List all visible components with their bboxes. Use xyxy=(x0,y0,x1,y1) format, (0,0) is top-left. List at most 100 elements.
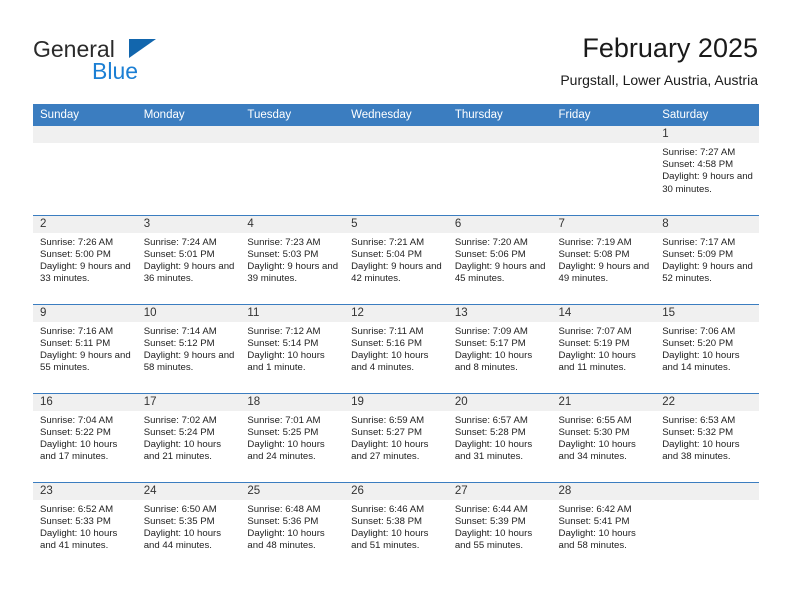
sunrise-text: Sunrise: 7:19 AM xyxy=(558,236,632,248)
daylight-text: Daylight: 10 hours and 31 minutes. xyxy=(454,438,533,463)
sunset-text: Sunset: 5:12 PM xyxy=(143,337,215,349)
calendar-day-cell[interactable]: 18 Sunrise: 7:01 AM Sunset: 5:25 PM Dayligh… xyxy=(240,392,345,482)
day-details: Sunrise: 7:07 AM Sunset: 5:19 PM Daylight:… xyxy=(552,322,656,375)
day-number: 27 xyxy=(447,482,552,500)
weekday-header-wednesday: Wednesday xyxy=(344,104,448,126)
day-number: 26 xyxy=(344,482,448,500)
sunrise-text: Sunrise: 7:02 AM xyxy=(143,414,217,426)
logo-triangle-icon xyxy=(129,39,156,58)
calendar-day-cell[interactable]: 14 Sunrise: 7:07 AM Sunset: 5:19 PM Dayligh… xyxy=(551,303,656,393)
sunrise-text: Sunrise: 6:44 AM xyxy=(454,503,528,515)
daylight-text: Daylight: 9 hours and 52 minutes. xyxy=(662,260,753,285)
sunrise-text: Sunrise: 6:50 AM xyxy=(143,503,217,515)
calendar-day-cell[interactable]: 6 Sunrise: 7:20 AM Sunset: 5:06 PM Daylight… xyxy=(447,214,552,304)
title-block: February 2025 Purgstall, Lower Austria, … xyxy=(560,32,758,90)
day-number xyxy=(136,126,241,143)
calendar-day-cell[interactable]: 7 Sunrise: 7:19 AM Sunset: 5:08 PM Daylight… xyxy=(551,214,656,304)
day-details: Sunrise: 6:52 AM Sunset: 5:33 PM Daylight:… xyxy=(33,500,137,553)
day-number: 25 xyxy=(240,482,345,500)
day-number: 3 xyxy=(136,215,241,233)
calendar-week-row: 23 Sunrise: 6:52 AM Sunset: 5:33 PM Dayligh… xyxy=(33,481,759,571)
calendar-day-cell[interactable]: 9 Sunrise: 7:16 AM Sunset: 5:11 PM Daylight… xyxy=(33,303,137,393)
sunset-text: Sunset: 5:11 PM xyxy=(40,337,111,349)
day-details: Sunrise: 6:48 AM Sunset: 5:36 PM Daylight:… xyxy=(240,500,344,553)
sunset-text: Sunset: 5:39 PM xyxy=(454,515,526,527)
day-number: 12 xyxy=(344,304,448,322)
daylight-text: Daylight: 10 hours and 4 minutes. xyxy=(351,349,429,374)
calendar-cell-empty xyxy=(655,481,759,571)
day-number: 8 xyxy=(655,215,759,233)
calendar-day-cell[interactable]: 2 Sunrise: 7:26 AM Sunset: 5:00 PM Daylight… xyxy=(33,214,137,304)
calendar-day-cell[interactable]: 16 Sunrise: 7:04 AM Sunset: 5:22 PM Dayligh… xyxy=(33,392,137,482)
calendar-day-cell[interactable]: 12 Sunrise: 7:11 AM Sunset: 5:16 PM Dayligh… xyxy=(344,303,448,393)
daylight-text: Daylight: 9 hours and 42 minutes. xyxy=(351,260,442,285)
day-number: 28 xyxy=(551,482,656,500)
day-details: Sunrise: 6:44 AM Sunset: 5:39 PM Daylight:… xyxy=(448,500,552,553)
sunset-text: Sunset: 5:38 PM xyxy=(351,515,423,527)
sunset-text: Sunset: 4:58 PM xyxy=(662,159,734,171)
calendar-day-cell[interactable]: 28 Sunrise: 6:42 AM Sunset: 5:41 PM Dayligh… xyxy=(551,481,656,571)
sunset-text: Sunset: 5:19 PM xyxy=(558,337,630,349)
calendar-day-cell[interactable]: 21 Sunrise: 6:55 AM Sunset: 5:30 PM Dayligh… xyxy=(551,392,656,482)
calendar-day-cell[interactable]: 4 Sunrise: 7:23 AM Sunset: 5:03 PM Daylight… xyxy=(240,214,345,304)
daylight-text: Daylight: 10 hours and 27 minutes. xyxy=(351,438,429,463)
calendar-cell-empty xyxy=(33,126,137,215)
day-number: 16 xyxy=(33,393,137,411)
calendar-day-cell[interactable]: 19 Sunrise: 6:59 AM Sunset: 5:27 PM Dayligh… xyxy=(344,392,448,482)
day-number xyxy=(447,126,552,143)
sunset-text: Sunset: 5:04 PM xyxy=(351,248,423,260)
calendar-cell-empty xyxy=(240,126,345,215)
calendar-day-cell[interactable]: 3 Sunrise: 7:24 AM Sunset: 5:01 PM Daylight… xyxy=(136,214,241,304)
day-details: Sunrise: 7:19 AM Sunset: 5:08 PM Daylight:… xyxy=(552,233,656,286)
daylight-text: Daylight: 10 hours and 41 minutes. xyxy=(40,527,118,552)
day-details: Sunrise: 6:53 AM Sunset: 5:32 PM Daylight:… xyxy=(655,411,759,464)
day-details: Sunrise: 7:01 AM Sunset: 5:25 PM Daylight:… xyxy=(240,411,344,464)
day-number: 6 xyxy=(447,215,552,233)
calendar-day-cell[interactable]: 8 Sunrise: 7:17 AM Sunset: 5:09 PM Daylight… xyxy=(655,214,759,304)
day-number: 17 xyxy=(136,393,241,411)
calendar-day-cell[interactable]: 1 Sunrise: 7:27 AM Sunset: 4:58 PM Daylight… xyxy=(655,126,759,215)
sunset-text: Sunset: 5:25 PM xyxy=(247,426,319,438)
daylight-text: Daylight: 9 hours and 55 minutes. xyxy=(40,349,131,374)
sunrise-text: Sunrise: 7:24 AM xyxy=(143,236,217,248)
calendar-day-cell[interactable]: 11 Sunrise: 7:12 AM Sunset: 5:14 PM Dayligh… xyxy=(240,303,345,393)
day-number: 23 xyxy=(33,482,137,500)
sunset-text: Sunset: 5:06 PM xyxy=(454,248,526,260)
sunset-text: Sunset: 5:17 PM xyxy=(454,337,526,349)
day-details: Sunrise: 6:55 AM Sunset: 5:30 PM Daylight:… xyxy=(552,411,656,464)
day-number: 4 xyxy=(240,215,345,233)
calendar-day-cell[interactable]: 23 Sunrise: 6:52 AM Sunset: 5:33 PM Dayligh… xyxy=(33,481,137,571)
sunrise-text: Sunrise: 6:55 AM xyxy=(558,414,632,426)
calendar-day-cell[interactable]: 25 Sunrise: 6:48 AM Sunset: 5:36 PM Dayligh… xyxy=(240,481,345,571)
sunset-text: Sunset: 5:36 PM xyxy=(247,515,319,527)
day-details: Sunrise: 7:24 AM Sunset: 5:01 PM Daylight:… xyxy=(137,233,241,286)
day-number: 19 xyxy=(344,393,448,411)
calendar-day-cell[interactable]: 5 Sunrise: 7:21 AM Sunset: 5:04 PM Daylight… xyxy=(344,214,448,304)
day-number: 10 xyxy=(136,304,241,322)
sunrise-text: Sunrise: 6:52 AM xyxy=(40,503,114,515)
calendar-day-cell[interactable]: 17 Sunrise: 7:02 AM Sunset: 5:24 PM Dayligh… xyxy=(136,392,241,482)
calendar-day-cell[interactable]: 24 Sunrise: 6:50 AM Sunset: 5:35 PM Dayligh… xyxy=(136,481,241,571)
day-details: Sunrise: 7:27 AM Sunset: 4:58 PM Daylight:… xyxy=(655,143,759,196)
calendar-day-cell[interactable]: 26 Sunrise: 6:46 AM Sunset: 5:38 PM Dayligh… xyxy=(344,481,448,571)
sunrise-text: Sunrise: 7:01 AM xyxy=(247,414,321,426)
day-details: Sunrise: 7:12 AM Sunset: 5:14 PM Daylight:… xyxy=(240,322,344,375)
calendar-day-cell[interactable]: 20 Sunrise: 6:57 AM Sunset: 5:28 PM Dayligh… xyxy=(447,392,552,482)
daylight-text: Daylight: 10 hours and 11 minutes. xyxy=(558,349,636,374)
sunrise-text: Sunrise: 7:26 AM xyxy=(40,236,114,248)
calendar-day-cell[interactable]: 22 Sunrise: 6:53 AM Sunset: 5:32 PM Dayligh… xyxy=(655,392,759,482)
daylight-text: Daylight: 10 hours and 51 minutes. xyxy=(351,527,429,552)
day-details: Sunrise: 7:14 AM Sunset: 5:12 PM Daylight:… xyxy=(137,322,241,375)
daylight-text: Daylight: 10 hours and 21 minutes. xyxy=(143,438,222,463)
daylight-text: Daylight: 10 hours and 34 minutes. xyxy=(558,438,636,463)
calendar-day-cell[interactable]: 27 Sunrise: 6:44 AM Sunset: 5:39 PM Dayligh… xyxy=(447,481,552,571)
general-blue-logo[interactable]: General Blue xyxy=(33,36,233,84)
calendar-day-cell[interactable]: 13 Sunrise: 7:09 AM Sunset: 5:17 PM Dayligh… xyxy=(447,303,552,393)
sunrise-text: Sunrise: 7:21 AM xyxy=(351,236,425,248)
daylight-text: Daylight: 10 hours and 24 minutes. xyxy=(247,438,325,463)
calendar-day-cell[interactable]: 15 Sunrise: 7:06 AM Sunset: 5:20 PM Dayligh… xyxy=(655,303,759,393)
sunset-text: Sunset: 5:16 PM xyxy=(351,337,423,349)
calendar-day-cell[interactable]: 10 Sunrise: 7:14 AM Sunset: 5:12 PM Dayligh… xyxy=(136,303,241,393)
sunset-text: Sunset: 5:33 PM xyxy=(40,515,111,527)
daylight-text: Daylight: 10 hours and 48 minutes. xyxy=(247,527,325,552)
